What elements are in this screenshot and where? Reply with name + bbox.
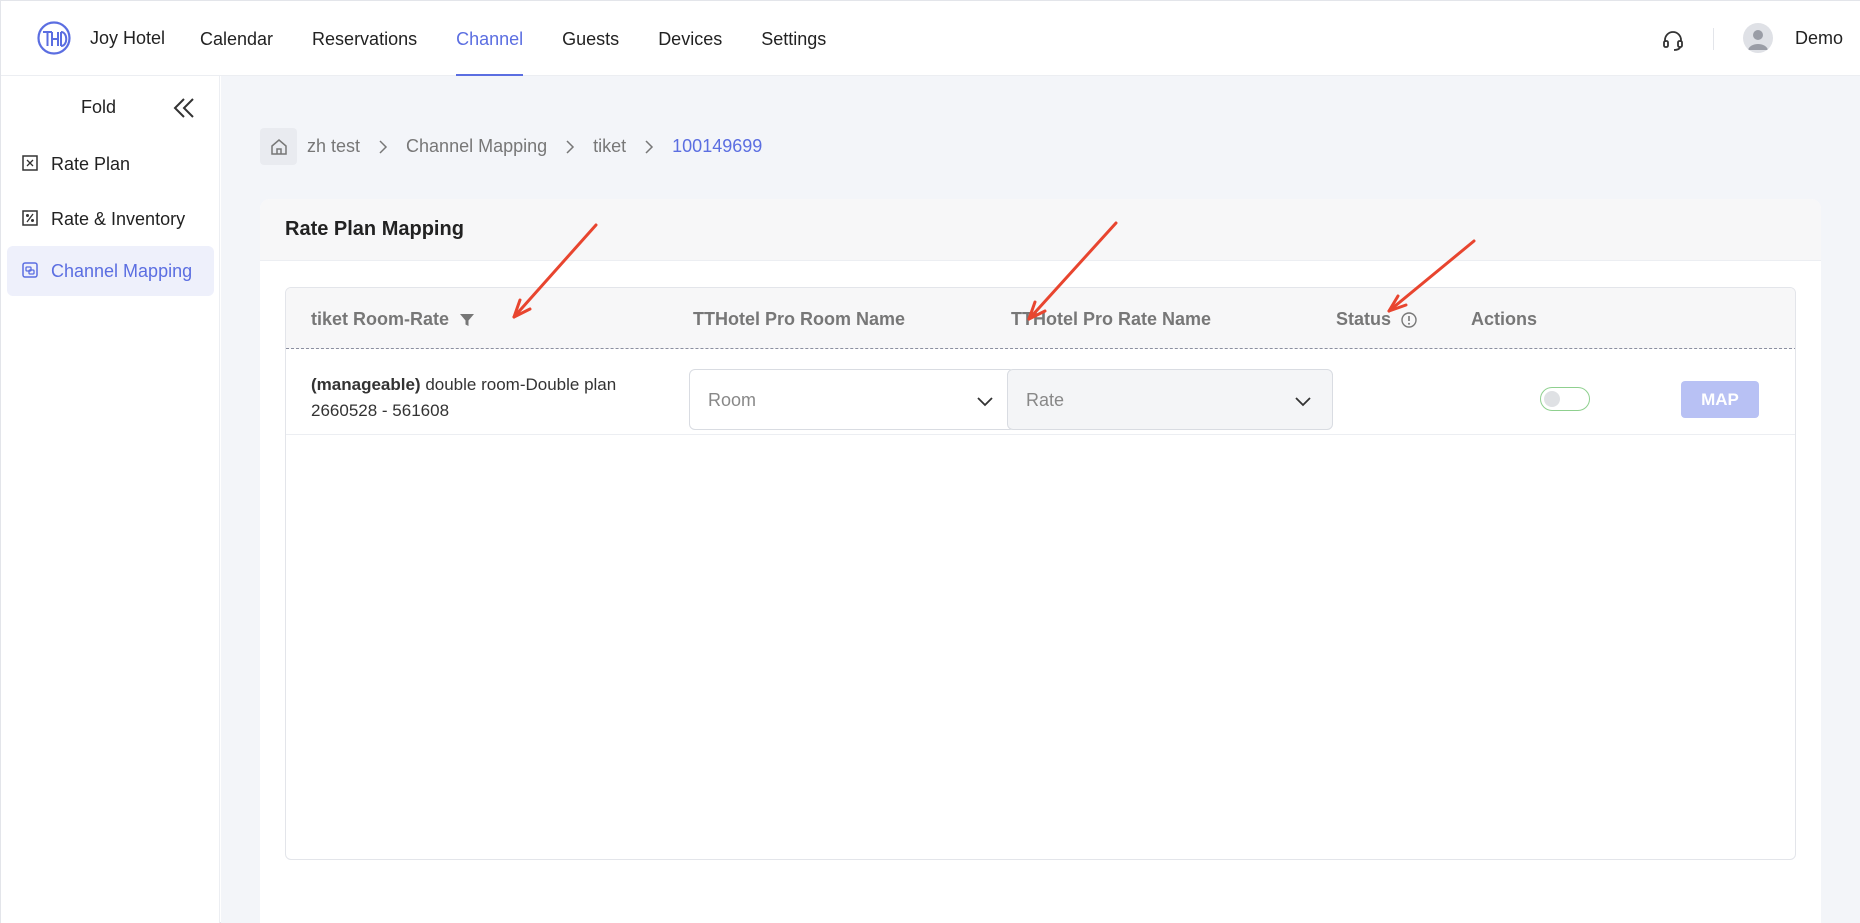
sidebar-item-label: Channel Mapping <box>51 261 193 281</box>
nav-reservations[interactable]: Reservations <box>312 1 417 76</box>
sidebar-item-label: Rate & Inventory <box>51 209 186 229</box>
main-content: zh test Channel Mapping tiket 100149699 … <box>221 76 1860 923</box>
room-rate-name: double room-Double plan <box>420 375 617 394</box>
room-rate-cell: (manageable) double room-Double plan 266… <box>311 372 616 424</box>
breadcrumb-current: 100149699 <box>672 136 763 156</box>
manageable-tag: (manageable) <box>311 375 421 394</box>
info-icon[interactable] <box>1400 311 1418 329</box>
chevron-down-icon <box>1295 397 1311 407</box>
column-header-rate-name: TTHotel Pro Rate Name <box>1011 309 1212 329</box>
nav-guests[interactable]: Guests <box>562 1 619 76</box>
hotel-logo-icon <box>37 21 71 55</box>
chevron-right-icon <box>379 139 388 154</box>
filter-icon[interactable] <box>458 311 476 329</box>
rate-select[interactable]: Rate <box>1007 369 1333 430</box>
chevron-down-icon <box>977 397 993 407</box>
table-header: tiket Room-Rate TTHotel Pro Room Name TT… <box>286 288 1795 349</box>
top-navigation-bar: Joy Hotel Calendar Reservations Channel … <box>1 1 1860 76</box>
username[interactable]: Demo <box>1795 28 1843 49</box>
map-button[interactable]: MAP <box>1681 381 1759 418</box>
room-select[interactable]: Room <box>689 369 1015 430</box>
nav-calendar[interactable]: Calendar <box>200 1 273 76</box>
rate-plan-icon <box>22 155 38 171</box>
sidebar-item-rate-inventory[interactable]: Rate & Inventory <box>7 194 214 244</box>
breadcrumb: zh test Channel Mapping tiket 100149699 <box>307 136 762 157</box>
user-avatar-icon <box>1748 30 1768 50</box>
status-toggle[interactable] <box>1540 387 1590 411</box>
fold-label: Fold <box>81 97 117 117</box>
table-row: (manageable) double room-Double plan 266… <box>286 349 1795 435</box>
nav-devices[interactable]: Devices <box>658 1 722 76</box>
double-chevron-left-icon[interactable] <box>171 95 197 121</box>
nav-channel[interactable]: Channel <box>456 1 524 76</box>
breadcrumb-home-button[interactable] <box>260 128 297 165</box>
sidebar: Fold Rate Plan Rate & Inventory Channel … <box>1 76 220 923</box>
chevron-right-icon <box>645 139 654 154</box>
card-title: Rate Plan Mapping <box>285 218 464 240</box>
column-header-room-rate: tiket Room-Rate <box>311 309 476 330</box>
header-divider <box>1713 28 1714 50</box>
sidebar-item-rate-plan[interactable]: Rate Plan <box>7 139 214 189</box>
main-nav: Calendar Reservations Channel Guests Dev… <box>200 1 865 76</box>
app-frame: Joy Hotel Calendar Reservations Channel … <box>0 0 1860 923</box>
column-header-actions: Actions <box>1471 309 1538 329</box>
rate-inventory-icon <box>22 210 38 226</box>
breadcrumb-item-property[interactable]: zh test <box>307 136 360 157</box>
mapping-table: tiket Room-Rate TTHotel Pro Room Name TT… <box>285 287 1796 860</box>
room-select-placeholder: Room <box>708 390 757 410</box>
channel-mapping-icon <box>22 262 38 278</box>
column-header-label: Status <box>1336 309 1392 329</box>
breadcrumb-item-channel[interactable]: tiket <box>593 136 626 157</box>
chevron-right-icon <box>566 139 575 154</box>
sidebar-item-channel-mapping[interactable]: Channel Mapping <box>7 246 214 296</box>
nav-settings[interactable]: Settings <box>761 1 826 76</box>
column-header-room-name: TTHotel Pro Room Name <box>693 309 906 329</box>
room-rate-ids: 2660528 - 561608 <box>311 401 450 420</box>
breadcrumb-item-channel-mapping[interactable]: Channel Mapping <box>406 136 547 157</box>
rate-select-placeholder: Rate <box>1026 390 1065 410</box>
card-header: Rate Plan Mapping <box>260 199 1821 261</box>
toggle-knob <box>1544 391 1560 407</box>
avatar[interactable] <box>1743 23 1773 53</box>
home-icon <box>270 138 287 155</box>
sidebar-item-label: Rate Plan <box>51 154 131 174</box>
headset-support-icon[interactable] <box>1661 28 1685 52</box>
rate-plan-mapping-card: Rate Plan Mapping tiket Room-Rate TTHote… <box>260 199 1821 923</box>
column-header-label: tiket Room-Rate <box>311 309 450 329</box>
hotel-name: Joy Hotel <box>90 28 166 48</box>
column-header-status: Status <box>1336 309 1418 330</box>
